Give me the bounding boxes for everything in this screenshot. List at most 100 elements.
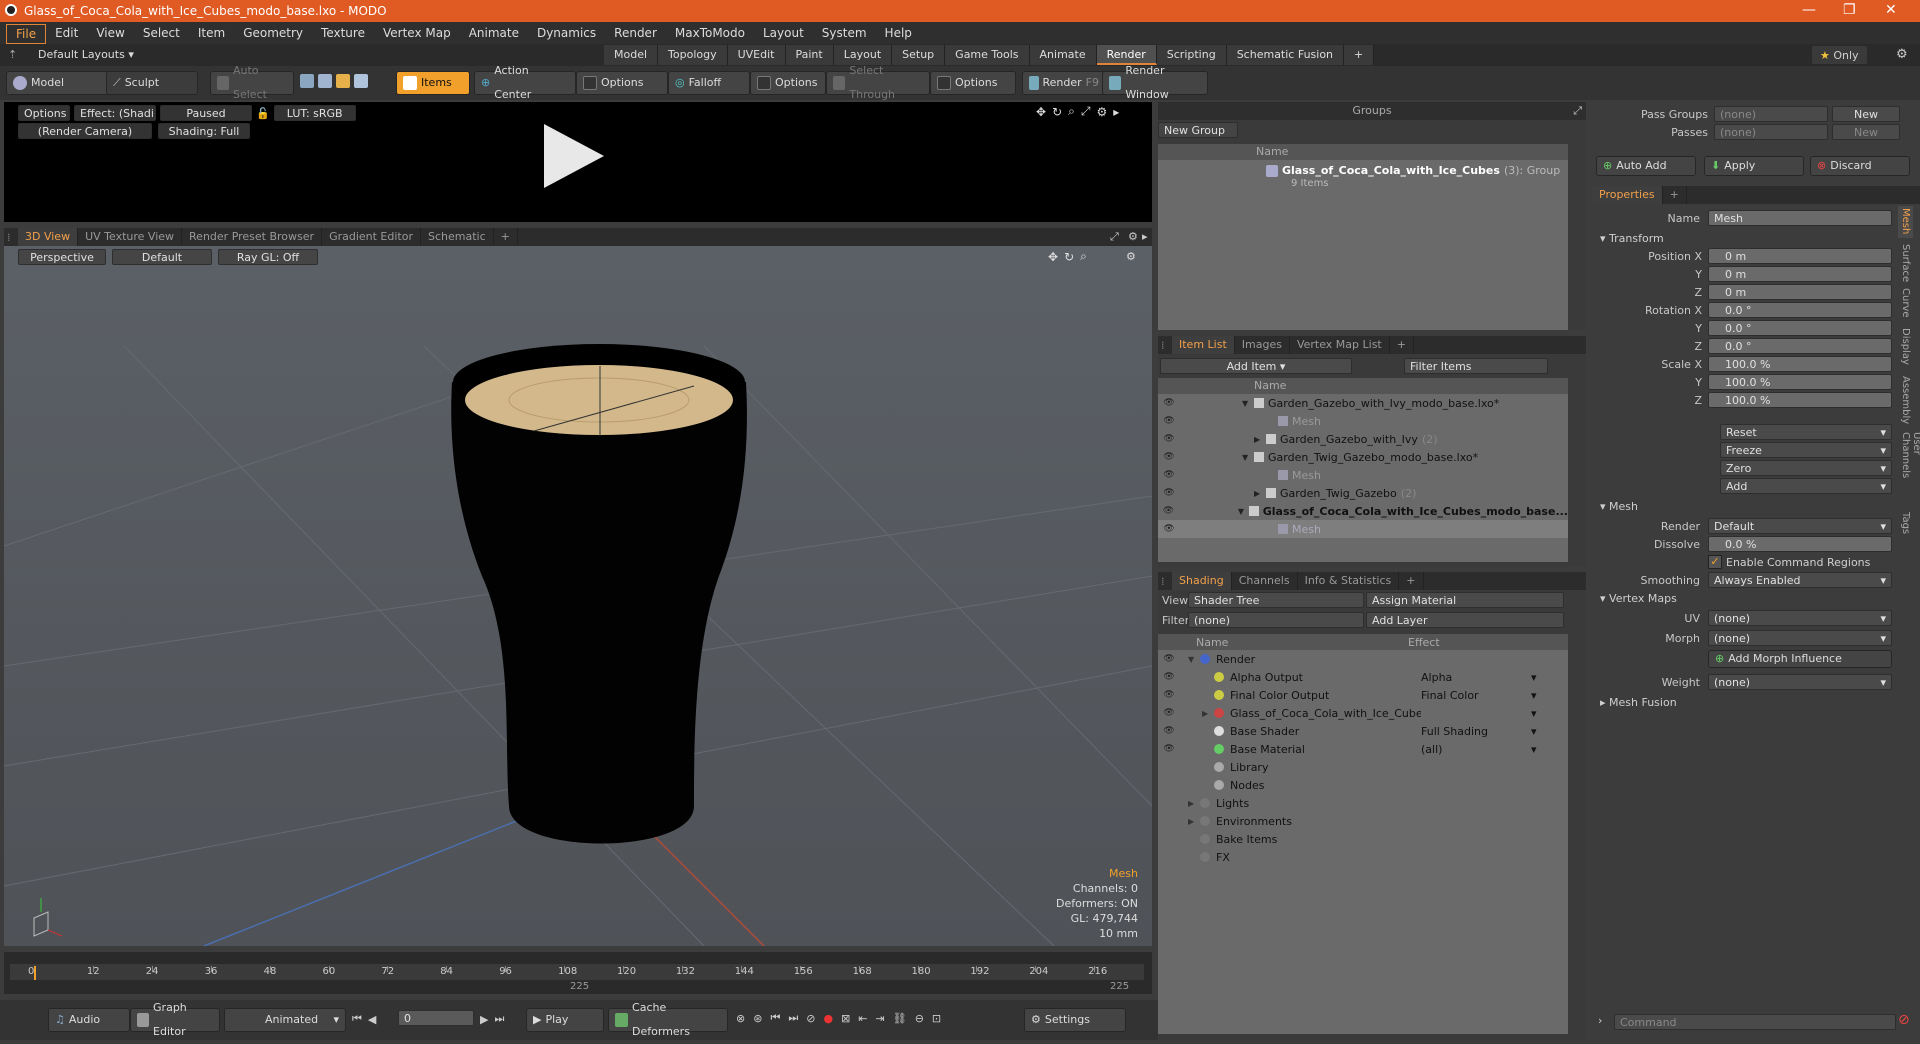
layout-tab--[interactable]: + bbox=[1344, 45, 1375, 65]
vertex-maps-section[interactable]: ▾ Vertex Maps bbox=[1600, 592, 1677, 605]
shader-row[interactable]: 👁 ▼ Render bbox=[1158, 650, 1568, 668]
shader-effect[interactable]: Full Shading bbox=[1421, 725, 1531, 738]
side-tab-display[interactable]: Display bbox=[1898, 326, 1913, 370]
shader-row[interactable]: Library bbox=[1158, 758, 1568, 776]
menu-texture[interactable]: Texture bbox=[312, 22, 374, 44]
render-camera-dropdown[interactable]: (Render Camera) bbox=[18, 123, 152, 139]
auto-add-button[interactable]: ⊕ Auto Add bbox=[1596, 156, 1696, 176]
eye-icon[interactable]: 👁 bbox=[1158, 470, 1180, 480]
menu-dynamics[interactable]: Dynamics bbox=[528, 22, 605, 44]
auto-select-button[interactable]: Auto Select bbox=[210, 64, 294, 101]
glass-body[interactable] bbox=[451, 382, 747, 844]
list-item[interactable]: 👁 ▼ Garden_Gazebo_with_Ivy_modo_base.lxo* bbox=[1158, 394, 1568, 412]
viewport-arrow-icon[interactable]: ▸ bbox=[1142, 230, 1148, 243]
falloff-options-button[interactable]: Options bbox=[750, 71, 826, 95]
itemlist-tab-images[interactable]: Images bbox=[1235, 336, 1290, 354]
name-input[interactable]: Mesh bbox=[1708, 210, 1892, 226]
chevron-down-icon[interactable]: ▾ bbox=[1531, 689, 1537, 702]
freeze-dropdown[interactable]: Freeze ▾ bbox=[1720, 442, 1892, 458]
shader-tree-dropdown[interactable]: Shader Tree bbox=[1188, 592, 1364, 608]
layout-tab-schematic-fusion[interactable]: Schematic Fusion bbox=[1226, 45, 1345, 65]
menu-geometry[interactable]: Geometry bbox=[234, 22, 312, 44]
shading-tab--[interactable]: + bbox=[1399, 572, 1424, 590]
mesh-section[interactable]: ▾ Mesh bbox=[1600, 500, 1638, 513]
command-stop-icon[interactable]: ⊘ bbox=[1898, 1012, 1910, 1028]
checkbox-checked-icon[interactable]: ✓ bbox=[1708, 555, 1722, 569]
apply-button[interactable]: ⬇ Apply bbox=[1704, 156, 1804, 176]
timeline[interactable]: 0 12 24 36 48 60 72 84 96 108 120 132 144 156 168 180 19… bbox=[4, 952, 1152, 994]
viewport-maximize-icon[interactable]: ⤢ bbox=[1110, 230, 1119, 244]
gear-icon[interactable]: ⚙ bbox=[1896, 47, 1908, 62]
shading-tab-shading[interactable]: Shading bbox=[1172, 572, 1232, 590]
render-button[interactable]: Render F9 bbox=[1022, 71, 1106, 95]
eye-icon[interactable]: 👁 bbox=[1158, 726, 1180, 736]
play-icon[interactable] bbox=[544, 124, 604, 188]
new-group-button[interactable]: New Group bbox=[1158, 122, 1238, 138]
polygon-mode-icon[interactable] bbox=[336, 74, 350, 88]
shader-row[interactable]: Bake Items bbox=[1158, 830, 1568, 848]
chevron-down-icon[interactable]: ▾ bbox=[1531, 743, 1537, 756]
items-button[interactable]: Items bbox=[396, 71, 470, 95]
shader-row[interactable]: 👁 Base Shader Full Shading ▾ bbox=[1158, 722, 1568, 740]
key-filter-icon[interactable]: ⊘ bbox=[806, 1012, 815, 1025]
loop-start-icon[interactable]: ⇤ bbox=[858, 1012, 867, 1025]
link-icon[interactable]: ⛓ bbox=[893, 1012, 907, 1025]
preview-paused-button[interactable]: Paused bbox=[160, 105, 252, 121]
rot-input[interactable]: 0.0 ° bbox=[1708, 302, 1892, 318]
arrow-right-icon[interactable]: ▸ bbox=[1113, 105, 1119, 119]
discard-button[interactable]: ⊗ Discard bbox=[1810, 156, 1910, 176]
layout-tab-animate[interactable]: Animate bbox=[1029, 45, 1097, 65]
layout-tab-topology[interactable]: Topology bbox=[658, 45, 728, 65]
render-window-button[interactable]: Render Window bbox=[1102, 64, 1208, 101]
prev-key-icon[interactable]: ⏮ bbox=[770, 1011, 780, 1025]
pos-input[interactable]: 0 m bbox=[1708, 248, 1892, 264]
shader-row[interactable]: ▶ Lights bbox=[1158, 794, 1568, 812]
eye-icon[interactable]: 👁 bbox=[1158, 690, 1180, 700]
play-button[interactable]: ▶ Play bbox=[526, 1008, 604, 1032]
command-input[interactable]: Command bbox=[1614, 1014, 1896, 1030]
list-item[interactable]: 👁 ▶ Garden_Gazebo_with_Ivy (2) bbox=[1158, 430, 1568, 448]
side-tab-user-channels[interactable]: User Channels bbox=[1898, 430, 1920, 506]
eye-icon[interactable]: 👁 bbox=[1158, 708, 1180, 718]
transform-section[interactable]: ▾ Transform bbox=[1600, 232, 1664, 245]
action-options-button[interactable]: Options bbox=[576, 71, 668, 95]
layout-tab-model[interactable]: Model bbox=[604, 45, 659, 65]
itemlist-tab-vertex-map-list[interactable]: Vertex Map List bbox=[1290, 336, 1390, 354]
falloff-button[interactable]: ◎ Falloff bbox=[668, 71, 750, 95]
expand-arrow-icon[interactable]: ▶ bbox=[1188, 817, 1200, 826]
maximize-icon[interactable]: ⤢ bbox=[1081, 104, 1091, 119]
lock-icon[interactable]: 🔓 bbox=[256, 107, 270, 120]
filter-items-input[interactable]: Filter Items bbox=[1404, 358, 1548, 374]
select-options-button[interactable]: Options bbox=[930, 71, 1016, 95]
shader-row[interactable]: 👁 ▶ Glass_of_Coca_Cola_with_Ice_Cubes (...… bbox=[1158, 704, 1568, 722]
viewport-tab-schematic[interactable]: Schematic bbox=[421, 228, 494, 246]
playhead[interactable] bbox=[34, 966, 36, 980]
chevron-down-icon[interactable]: ▾ bbox=[1531, 671, 1537, 684]
list-item[interactable]: 👁 Mesh bbox=[1158, 412, 1568, 430]
viewport-tab-uv-texture-view[interactable]: UV Texture View bbox=[78, 228, 183, 246]
shader-effect[interactable]: Alpha bbox=[1421, 671, 1531, 684]
3d-viewport[interactable]: Perspective Default Ray GL: Off ✥ ↻ ⌕ ⚙ Me… bbox=[4, 246, 1152, 946]
rot-input[interactable]: 0.0 ° bbox=[1708, 338, 1892, 354]
eye-icon[interactable]: 👁 bbox=[1158, 416, 1180, 426]
eye-icon[interactable]: 👁 bbox=[1158, 744, 1180, 754]
key-delete-icon[interactable]: ⊠ bbox=[841, 1012, 850, 1025]
next-frame-icon[interactable]: ▶ bbox=[480, 1013, 488, 1026]
reset-dropdown[interactable]: Reset ▾ bbox=[1720, 424, 1892, 440]
settings-icon[interactable]: ⚙ bbox=[1096, 105, 1107, 119]
itemlist-tab-item-list[interactable]: Item List bbox=[1172, 336, 1235, 354]
go-end-icon[interactable]: ⏭ bbox=[494, 1012, 504, 1026]
material-mode-icon[interactable] bbox=[354, 74, 368, 88]
pass-groups-dropdown[interactable]: (none) bbox=[1714, 106, 1828, 122]
scale-input[interactable]: 100.0 % bbox=[1708, 356, 1892, 372]
side-tab-tags[interactable]: Tags bbox=[1898, 510, 1913, 540]
key-icon[interactable]: ⊗ bbox=[736, 1012, 745, 1025]
chevron-down-icon[interactable]: ▾ bbox=[1531, 725, 1537, 738]
layout-tab-game-tools[interactable]: Game Tools bbox=[945, 45, 1030, 65]
list-item[interactable]: 👁 ▶ Garden_Twig_Gazebo (2) bbox=[1158, 484, 1568, 502]
menu-render[interactable]: Render bbox=[605, 22, 666, 44]
smoothing-dropdown[interactable]: Always Enabled ▾ bbox=[1708, 572, 1892, 588]
shader-row[interactable]: FX bbox=[1158, 848, 1568, 866]
expand-arrow-icon[interactable]: ▼ bbox=[1242, 453, 1254, 462]
shader-effect[interactable]: (all) bbox=[1421, 743, 1531, 756]
